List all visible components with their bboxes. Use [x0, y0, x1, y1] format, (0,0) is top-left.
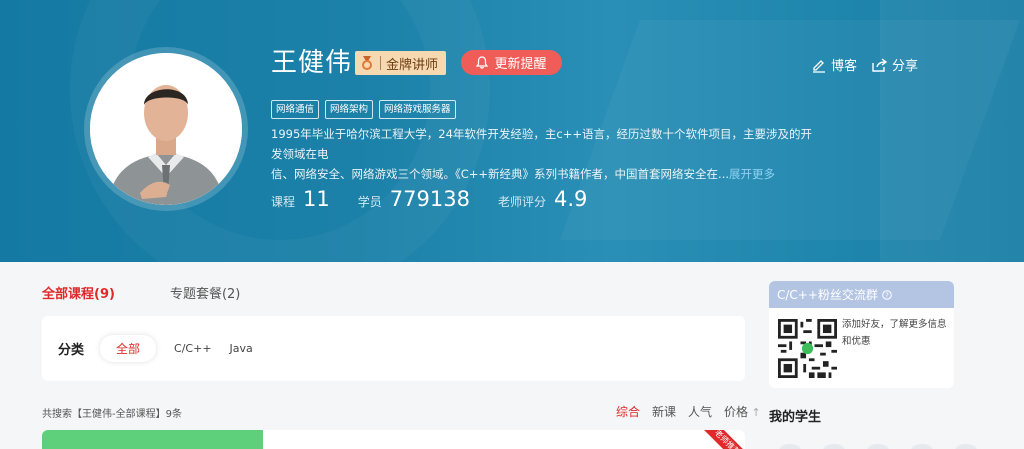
sort-arrow-icon: ↑	[748, 406, 761, 419]
student-avatars	[778, 444, 978, 449]
fan-group-header: C/C++粉丝交流群 ?	[769, 281, 954, 308]
tab-all-courses[interactable]: 全部课程(9)	[42, 283, 115, 302]
course-thumbnail	[42, 430, 263, 449]
teacher-avatar	[90, 53, 242, 205]
intro-line: 1995年毕业于哈尔滨工程大学，24年软件开发经验，主c++语言，经历过数十个软…	[271, 127, 812, 161]
rating-value: 4.9	[553, 187, 588, 211]
student-avatar[interactable]	[866, 444, 890, 449]
tag-game-server: 网络游戏服务器	[379, 100, 456, 119]
teacher-photo	[90, 53, 242, 205]
fan-group-title: C/C++粉丝交流群	[777, 288, 878, 302]
courses-count: 11	[303, 187, 330, 211]
banner-decoration	[880, 0, 1024, 262]
share-icon	[872, 57, 888, 72]
svg-text:?: ?	[885, 291, 889, 299]
gold-teacher-badge: 金牌讲师	[355, 51, 447, 75]
help-icon[interactable]: ?	[882, 289, 892, 300]
bell-icon	[476, 56, 489, 69]
student-avatar[interactable]	[954, 444, 978, 449]
student-avatar[interactable]	[822, 444, 846, 449]
filter-option-java[interactable]: Java	[230, 342, 253, 355]
filter-option-cpp[interactable]: C/C++	[174, 342, 212, 355]
fan-group-description: 添加好友，了解更多信息和优惠	[842, 319, 947, 347]
share-link[interactable]: 分享	[871, 55, 918, 74]
tag-network-communication: 网络通信	[271, 100, 320, 119]
blog-label: 博客	[831, 59, 858, 74]
tab-packages[interactable]: 专题套餐(2)	[170, 283, 240, 302]
share-label: 分享	[892, 59, 919, 74]
badge-divider	[380, 56, 381, 70]
tag-network-architecture: 网络架构	[325, 100, 374, 119]
sort-popularity[interactable]: 人气	[688, 403, 712, 420]
category-filter: 分类 全部 C/C++ Java	[42, 316, 745, 381]
teacher-stats: 课程 11 学员 779138 老师评分 4.9	[271, 187, 615, 211]
teacher-name: 王健伟	[271, 48, 353, 78]
student-avatar[interactable]	[778, 444, 802, 449]
qr-code-icon	[778, 319, 837, 378]
intro-line-2: 信、网络安全、网络游戏三个领域。《C++新经典》系列书籍作者，中国首套网络安全在…	[271, 164, 823, 184]
teacher-banner: 王健伟 金牌讲师 更新提醒 博客 分享 网络通信 网络架构 网络游戏服务器 19…	[0, 0, 1024, 262]
rating-label: 老师评分	[497, 195, 546, 209]
blog-link[interactable]: 博客	[811, 55, 857, 74]
medal-icon	[362, 56, 372, 70]
search-result-count: 共搜索【王健伟-全部课程】9条	[42, 409, 182, 420]
reminder-label: 更新提醒	[494, 57, 547, 72]
teacher-intro: 1995年毕业于哈尔滨工程大学，24年软件开发经验，主c++语言，经历过数十个软…	[271, 124, 823, 184]
recommend-ribbon: 老师推荐	[699, 430, 745, 449]
sort-new[interactable]: 新课	[652, 403, 676, 420]
edit-pen-icon	[813, 59, 825, 73]
update-reminder-button[interactable]: 更新提醒	[461, 50, 562, 75]
student-avatar[interactable]	[910, 444, 934, 449]
sort-price-label: 价格	[724, 405, 749, 419]
course-tabs: 全部课程(9) 专题套餐(2)	[42, 283, 240, 302]
my-students-title: 我的学生	[769, 410, 822, 425]
sort-price[interactable]: 价格 ↑	[724, 403, 761, 420]
intro-line-text: 信、网络安全、网络游戏三个领域。《C++新经典》系列书籍作者，中国首套网络安全在…	[271, 167, 730, 181]
teacher-tags: 网络通信 网络架构 网络游戏服务器	[271, 100, 456, 119]
students-count: 779138	[389, 187, 470, 211]
filter-label: 分类	[58, 343, 85, 358]
fan-group-card: C/C++粉丝交流群 ? 添加好友，了解更多信息和优惠	[769, 281, 954, 388]
courses-label: 课程	[271, 195, 296, 209]
sort-bar: 综合 新课 人气 价格 ↑	[616, 403, 761, 420]
students-label: 学员	[357, 195, 382, 209]
filter-option-all[interactable]: 全部	[100, 335, 157, 362]
sort-comprehensive[interactable]: 综合	[616, 403, 640, 420]
badge-label: 金牌讲师	[386, 57, 439, 73]
expand-more-link[interactable]: 展开更多	[729, 167, 775, 181]
course-card[interactable]: 老师推荐	[42, 430, 745, 449]
